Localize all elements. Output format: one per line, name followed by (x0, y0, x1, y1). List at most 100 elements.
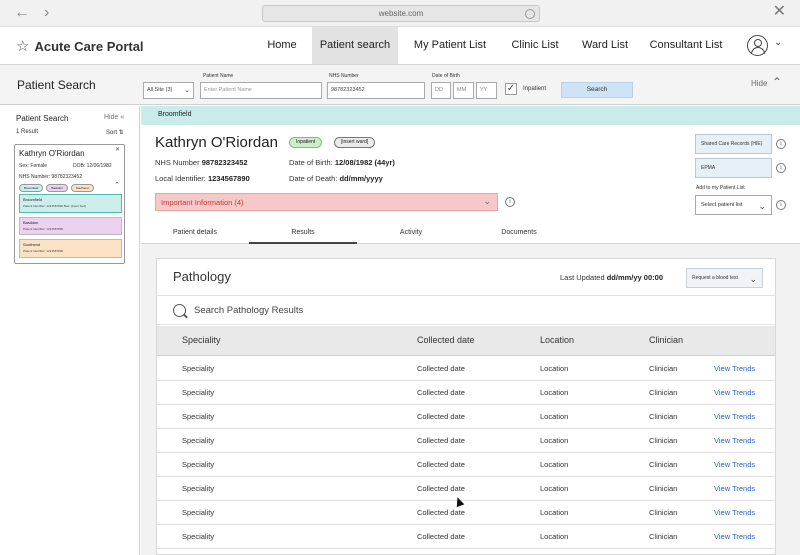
info-icon[interactable]: i (776, 200, 786, 210)
app-logo[interactable]: ☆ Acute Care Portal (16, 37, 144, 55)
patient-list-select[interactable]: Select patient list ⌄ (695, 195, 772, 215)
ward-box-southend[interactable]: Southend Patient Identifier: 1234567890 (19, 239, 122, 258)
view-trends-link[interactable]: View Trends (714, 364, 755, 373)
nav-my-patient-list[interactable]: My Patient List (408, 27, 492, 64)
epma-button[interactable]: EPMA (695, 158, 772, 178)
dob-label: Date of Birth (432, 73, 460, 79)
sort-button[interactable]: Sort ⇅ (106, 129, 124, 136)
view-trends-link[interactable]: View Trends (714, 460, 755, 469)
ward-box-basildon[interactable]: Basildon Patient Identifier: 1234567890 (19, 217, 122, 235)
pathology-search[interactable]: Search Pathology Results (157, 295, 775, 325)
nhs-number-label: NHS Number (329, 73, 359, 79)
column-header[interactable]: Clinician (649, 335, 683, 345)
patient-result-card[interactable]: Kathryn O'Riordan ✕ Sex: Female DOB: 12/… (14, 144, 125, 264)
location-name: Broomfield (158, 111, 192, 118)
table-cell: Collected date (417, 460, 465, 469)
nhs-number-input[interactable]: 98782323452 (327, 82, 425, 99)
table-row[interactable]: SpecialityCollected dateLocationClinicia… (157, 453, 775, 477)
patient-tabs: Patient details Results Activity Documen… (141, 222, 800, 244)
hide-search-button[interactable]: Hide (751, 79, 767, 88)
tab-documents[interactable]: Documents (465, 222, 573, 244)
nhs-number: NHS Number 98782323452 (155, 158, 248, 167)
address-bar[interactable]: website.com (262, 5, 540, 22)
tab-results[interactable]: Results (249, 222, 357, 244)
user-avatar-icon[interactable] (747, 35, 768, 56)
table-row[interactable]: SpecialityCollected dateLocationClinicia… (157, 405, 775, 429)
back-arrow-icon[interactable]: ← (14, 5, 30, 21)
info-icon[interactable]: i (776, 139, 786, 149)
table-cell: Speciality (182, 460, 215, 469)
patient-search-bar: Patient Search All Site (3) ⌄ Patient Na… (0, 65, 800, 105)
search-icon (173, 304, 186, 317)
table-row[interactable]: SpecialityCollected dateLocationClinicia… (157, 525, 775, 549)
results-sidebar: Patient Search Hide « 1 Result Sort ⇅ Ka… (0, 106, 140, 555)
nav-clinic-list[interactable]: Clinic List (504, 27, 566, 64)
date-of-death: Date of Death: dd/mm/yyyy (289, 174, 383, 183)
table-row[interactable]: SpecialityCollected dateLocationClinicia… (157, 429, 775, 453)
nav-consultant-list[interactable]: Consultant List (644, 27, 728, 64)
card-site-tags: Broomfield Basildon Southend (19, 184, 94, 192)
view-trends-link[interactable]: View Trends (714, 532, 755, 541)
view-trends-link[interactable]: View Trends (714, 436, 755, 445)
dob-year-input[interactable]: YY (476, 82, 497, 99)
inpatient-checkbox[interactable]: ✓ (505, 83, 517, 95)
view-trends-link[interactable]: View Trends (714, 412, 755, 421)
table-cell: Location (540, 484, 569, 493)
shared-care-records-button[interactable]: Shared Care Records (HIE) (695, 134, 772, 154)
search-bar-title: Patient Search (17, 78, 96, 92)
dob-day-input[interactable]: DD (431, 82, 451, 99)
close-window-icon[interactable]: ✕ (773, 3, 786, 21)
table-cell: Location (540, 532, 569, 541)
table-cell: Location (540, 412, 569, 421)
request-blood-test-button[interactable]: Request a blood test ⌄ (686, 268, 763, 288)
table-cell: Speciality (182, 436, 215, 445)
info-icon[interactable]: i (776, 163, 786, 173)
important-information-dropdown[interactable]: Important Information (4) ⌄ (155, 193, 498, 211)
table-cell: Clinician (649, 364, 678, 373)
pathology-search-input[interactable]: Search Pathology Results (194, 305, 303, 316)
info-icon[interactable]: i (505, 197, 515, 207)
chevron-up-icon[interactable]: ⌃ (772, 75, 782, 89)
forward-arrow-icon[interactable]: › (44, 5, 49, 21)
column-header[interactable]: Collected date (417, 335, 475, 345)
view-trends-link[interactable]: View Trends (714, 484, 755, 493)
search-button[interactable]: Search (561, 82, 633, 98)
patient-name-input[interactable]: Enter Patient Name (200, 82, 322, 99)
chevron-up-icon[interactable]: ⌃ (114, 181, 120, 189)
table-cell: Collected date (417, 364, 465, 373)
table-row[interactable]: SpecialityCollected dateLocationClinicia… (157, 381, 775, 405)
table-cell: Clinician (649, 532, 678, 541)
ward-box-broomfield[interactable]: Broomfield Patient Identifier: 123456789… (19, 194, 122, 213)
ward-badge: [insert ward] (334, 137, 376, 148)
pathology-title: Pathology (173, 269, 231, 284)
close-icon[interactable]: ✕ (115, 146, 120, 153)
table-cell: Clinician (649, 460, 678, 469)
table-row[interactable]: SpecialityCollected dateLocationClinicia… (157, 477, 775, 501)
sidebar-hide-button[interactable]: Hide « (104, 114, 124, 121)
tab-patient-details[interactable]: Patient details (141, 222, 249, 244)
result-count: 1 Result (16, 129, 39, 135)
nav-patient-search[interactable]: Patient search (312, 27, 398, 64)
site-tag: Basildon (46, 184, 68, 192)
table-row[interactable]: SpecialityCollected dateLocationClinicia… (157, 357, 775, 381)
dob-month-input[interactable]: MM (453, 82, 474, 99)
site-select[interactable]: All Site (3) ⌄ (143, 82, 194, 99)
chevron-down-icon: ⌄ (758, 201, 766, 211)
table-row[interactable]: SpecialityCollected dateLocationClinicia… (157, 549, 775, 554)
column-header[interactable]: Location (540, 335, 574, 345)
reload-icon[interactable] (525, 9, 535, 19)
table-cell: Clinician (649, 484, 678, 493)
chevron-down-icon[interactable]: ⌄ (774, 37, 782, 48)
nav-home[interactable]: Home (258, 27, 306, 64)
view-trends-link[interactable]: View Trends (714, 508, 755, 517)
table-header: Speciality Collected date Location Clini… (157, 326, 775, 356)
column-header[interactable]: Speciality (182, 335, 221, 345)
app-title: Acute Care Portal (34, 38, 144, 54)
nav-ward-list[interactable]: Ward List (576, 27, 634, 64)
card-dob: DOB: 12/06/1982 (73, 163, 112, 169)
inpatient-badge: Inpatient (289, 137, 323, 148)
table-row[interactable]: SpecialityCollected dateLocationClinicia… (157, 501, 775, 525)
table-cell: Location (540, 508, 569, 517)
tab-activity[interactable]: Activity (357, 222, 465, 244)
view-trends-link[interactable]: View Trends (714, 388, 755, 397)
